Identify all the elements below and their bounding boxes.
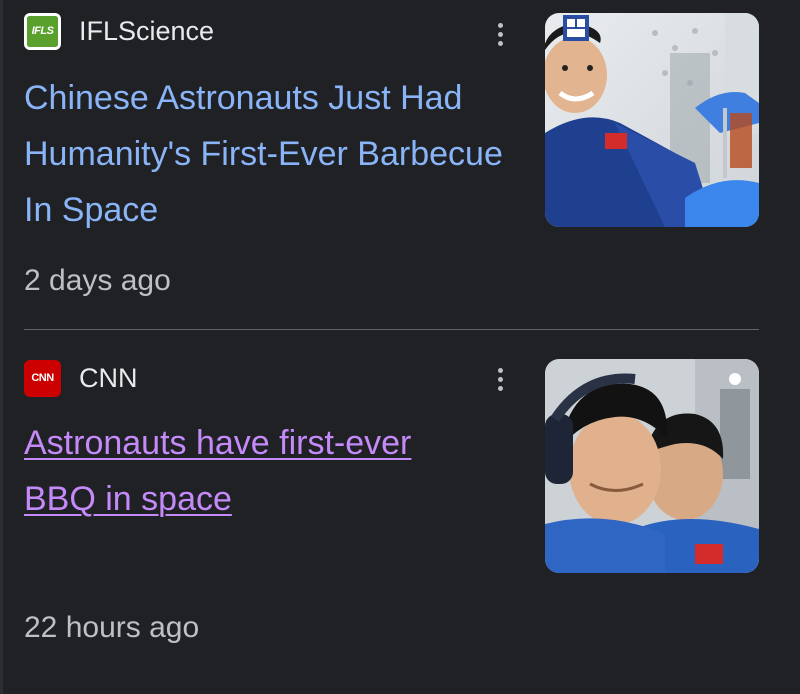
iflscience-favicon-icon: IFLS <box>24 12 61 50</box>
astronauts-thumbnail-image <box>545 359 759 573</box>
more-vert-icon <box>497 367 503 373</box>
source-row: CNN CNN <box>24 358 138 398</box>
news-card-cnn[interactable]: CNN CNN Astronauts have first-ever BBQ i… <box>0 331 800 694</box>
astronaut-thumbnail-image <box>545 13 759 227</box>
news-feed: IFLS IFLScience Chinese Astronauts Just … <box>0 0 800 694</box>
cnn-favicon-icon: CNN <box>24 359 61 397</box>
headline-link[interactable]: Chinese Astronauts Just Had Humanity's F… <box>24 70 524 238</box>
card-divider <box>24 329 759 330</box>
published-time: 2 days ago <box>24 264 171 297</box>
more-options-button[interactable] <box>488 14 512 54</box>
source-name: CNN <box>79 362 138 393</box>
news-card-iflscience[interactable]: IFLS IFLScience Chinese Astronauts Just … <box>0 0 800 330</box>
source-row: IFLS IFLScience <box>24 11 214 51</box>
source-name: IFLScience <box>79 15 215 46</box>
more-options-button[interactable] <box>488 359 512 399</box>
published-time: 22 hours ago <box>24 611 200 644</box>
article-thumbnail[interactable] <box>545 359 759 573</box>
article-thumbnail[interactable] <box>545 13 759 227</box>
headline-link[interactable]: Astronauts have first-ever BBQ in space <box>24 415 464 527</box>
more-vert-icon <box>497 22 503 28</box>
